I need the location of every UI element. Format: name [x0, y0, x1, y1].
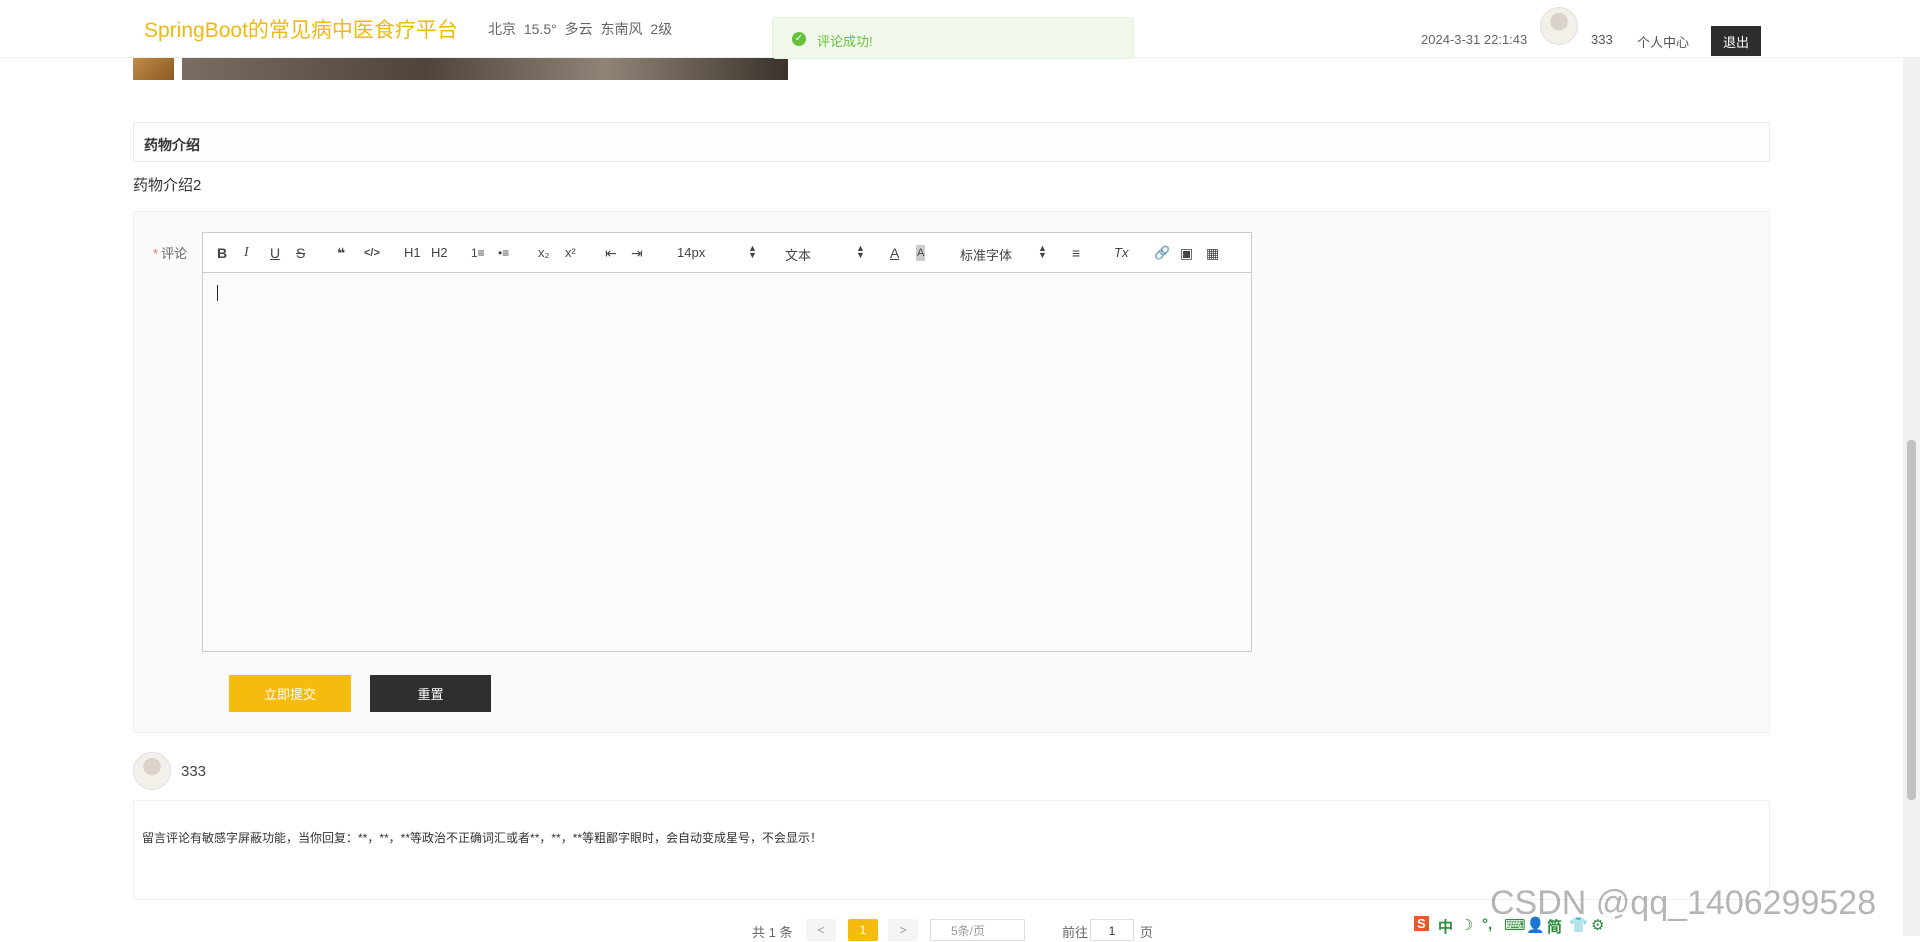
comment-content: 留言评论有敏感字屏蔽功能，当你回复：**，**，**等政治不正确词汇或者**，*…: [142, 831, 823, 845]
size-select-caret-icon: ▲ ▼: [748, 243, 757, 260]
superscript-button[interactable]: x²: [565, 245, 576, 261]
skin-icon[interactable]: 👕: [1569, 916, 1588, 934]
code-block-button[interactable]: </>: [364, 245, 380, 261]
punctuation-icon[interactable]: °,: [1482, 916, 1492, 933]
comment-username: 333: [181, 763, 207, 780]
indent-button[interactable]: ⇥: [631, 245, 643, 261]
page-scrollbar[interactable]: [1903, 0, 1920, 936]
weather-info: 北京 15.5° 多云 东南风 2级: [488, 21, 673, 37]
pagination-total: 共 1 条: [752, 925, 793, 940]
success-toast: ✓ 评论成功!: [772, 17, 1134, 59]
thumbnail-image[interactable]: [133, 56, 174, 80]
header-select-caret-icon: ▲ ▼: [856, 243, 865, 260]
editor-content-area[interactable]: [203, 273, 1251, 651]
image-button[interactable]: ▣: [1180, 245, 1193, 261]
next-page-button[interactable]: >: [888, 919, 918, 941]
section-title: 药物介绍: [144, 137, 200, 153]
outdent-button[interactable]: ⇤: [605, 245, 617, 261]
align-button[interactable]: ≡: [1072, 245, 1080, 261]
toast-message: 评论成功!: [817, 34, 873, 49]
goto-page-input[interactable]: 1: [1090, 919, 1134, 941]
ordered-list-button[interactable]: 1≡: [471, 245, 485, 261]
site-title[interactable]: SpringBoot的常见病中医食疗平台: [144, 14, 458, 44]
description-text: 药物介绍2: [133, 177, 202, 194]
scrollbar-thumb[interactable]: [1907, 440, 1916, 800]
page-unit-label: 页: [1140, 925, 1154, 940]
bullet-list-button[interactable]: •≡: [498, 245, 509, 261]
font-select-caret-icon: ▲ ▼: [1038, 243, 1047, 260]
underline-button[interactable]: U: [270, 245, 280, 261]
comment-label-text: 评论: [161, 246, 188, 261]
personal-center-link[interactable]: 个人中心: [1637, 32, 1689, 51]
clean-format-button[interactable]: Tx: [1114, 245, 1128, 261]
description-section-header: 药物介绍: [133, 122, 1770, 162]
strike-button[interactable]: S: [296, 245, 305, 261]
submit-button[interactable]: 立即提交: [229, 675, 351, 712]
font-color-button[interactable]: A: [890, 245, 899, 261]
ime-toolbar: S 中 ☽ °, ⌨ 👤 简 👕 ⚙: [1410, 914, 1615, 936]
blockquote-button[interactable]: ❝: [337, 245, 345, 261]
user-avatar[interactable]: [1540, 7, 1578, 45]
link-button[interactable]: 🔗: [1154, 245, 1170, 261]
goto-label: 前往: [1062, 925, 1089, 940]
required-mark: *: [153, 246, 159, 261]
ime-language-toggle[interactable]: 中: [1438, 916, 1453, 937]
header-select[interactable]: 文本: [785, 245, 811, 264]
ime-logo-icon[interactable]: S: [1414, 916, 1429, 931]
editor-toolbar: B I U S ❝ </> H1 H2 1≡ •≡ x₂ x² ⇤ ⇥ 14px…: [203, 233, 1251, 273]
keyboard-icon[interactable]: ⌨: [1504, 916, 1526, 934]
logout-button[interactable]: 退出: [1711, 26, 1761, 56]
bold-button[interactable]: B: [217, 245, 227, 261]
page-size-select[interactable]: 5条/页: [930, 919, 1025, 941]
size-select[interactable]: 14px: [677, 245, 705, 260]
current-datetime: 2024-3-31 22:1:43: [1421, 32, 1528, 47]
simplified-toggle[interactable]: 简: [1547, 916, 1562, 937]
check-circle-icon: ✓: [792, 32, 806, 46]
settings-icon[interactable]: ⚙: [1591, 916, 1604, 934]
font-select[interactable]: 标准字体: [960, 245, 1012, 264]
user-icon[interactable]: 👤: [1526, 916, 1545, 934]
user-name[interactable]: 333: [1591, 32, 1613, 47]
h2-button[interactable]: H2: [431, 245, 448, 261]
page-number[interactable]: 1: [848, 919, 878, 941]
comment-label: * 评论: [153, 243, 187, 262]
italic-button[interactable]: I: [244, 245, 249, 261]
video-button[interactable]: ▦: [1206, 245, 1219, 261]
reset-button[interactable]: 重置: [370, 675, 491, 712]
main-image: [182, 56, 788, 80]
h1-button[interactable]: H1: [404, 245, 421, 261]
subscript-button[interactable]: x₂: [538, 245, 550, 261]
prev-page-button[interactable]: <: [806, 919, 836, 941]
comment-avatar: [133, 752, 171, 790]
background-color-button[interactable]: A: [916, 245, 926, 261]
moon-icon[interactable]: ☽: [1460, 916, 1473, 934]
